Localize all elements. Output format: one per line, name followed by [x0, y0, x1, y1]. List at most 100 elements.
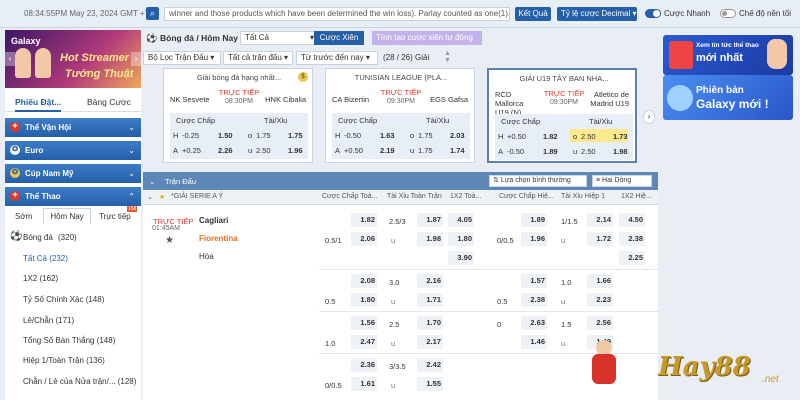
odds-cell[interactable]: 1.72 [587, 232, 613, 246]
market-item[interactable]: Hiệp 1/Toàn Trận (136) [23, 356, 105, 365]
odds-value[interactable]: 1.89 [543, 147, 558, 156]
odds-type-select[interactable]: Tỷ lệ cược Decimal ▾ [557, 7, 637, 21]
odds-cell[interactable]: 1.82 [351, 213, 377, 227]
odds-cell[interactable]: 2.38 [521, 293, 547, 307]
odds-value[interactable]: 1.75 [288, 131, 303, 140]
chevron-left-icon[interactable]: ‹ [5, 52, 15, 66]
news-ad[interactable]: Xem tin tức thể thao mới nhất [663, 35, 793, 75]
market-item[interactable]: 1X2 (162) [23, 274, 58, 283]
lines-select[interactable]: ≡ Hai Dòng [592, 175, 652, 187]
featured-match-card[interactable]: TUNISIAN LEAGUE (PLA... CA Bizertin TRỰC… [325, 68, 475, 163]
tab-bet-list[interactable]: Bảng Cược [87, 97, 131, 107]
star-icon[interactable]: ★ [159, 193, 165, 201]
tab-today[interactable]: Hôm Nay [43, 208, 91, 224]
auto-parlay-button[interactable]: Tính tạo cược xiên tự động [372, 31, 482, 45]
odds-cell[interactable]: 1.46 [521, 335, 547, 349]
odds-cell[interactable]: 2.17 [417, 335, 443, 349]
ou-line: 1.75 [418, 131, 433, 140]
handicap-header: Cược Chấp [176, 116, 216, 125]
odds-cell[interactable]: 1.55 [417, 377, 443, 391]
col-header: Tài Xỉu Toàn Trận [387, 193, 442, 200]
odds-cell[interactable]: 1.57 [521, 274, 547, 288]
odds-cell[interactable]: 1.87 [417, 213, 443, 227]
market-item[interactable]: Tỷ Số Chính Xác (148) [23, 295, 104, 304]
odds-cell[interactable]: 4.05 [448, 213, 474, 227]
odds-cell[interactable]: 2.06 [351, 232, 377, 246]
sidebar-item-copa[interactable]: ✪ Cúp Nam Mỹ ⌄ [5, 164, 141, 183]
sidebar-item-sports[interactable]: ✦ Thể Thao ⌃ [5, 187, 141, 206]
collapse-icon[interactable]: ⌄ [149, 177, 155, 186]
sport-football[interactable]: ⚽ Bóng đá (320) [5, 230, 141, 246]
odds-cell[interactable]: 2.23 [587, 293, 613, 307]
odds-cell[interactable]: 1.70 [417, 316, 443, 330]
odds-cell[interactable]: 1.80 [448, 232, 474, 246]
odds-cell[interactable]: 1.66 [587, 274, 613, 288]
odds-cell[interactable]: 1.96 [521, 232, 547, 246]
handicap-header: Cược Chấp [338, 116, 378, 125]
results-button[interactable]: Kết Quả [515, 7, 551, 21]
odds-cell[interactable]: 2.25 [619, 251, 645, 265]
chevron-right-icon[interactable]: › [131, 52, 141, 66]
odds-cell[interactable]: 2.38 [619, 232, 645, 246]
odds-cell[interactable]: 2.47 [351, 335, 377, 349]
match-filter-select[interactable]: Bộ Lọc Trận Đấu ▾ [143, 51, 221, 65]
sidebar-item-olympics[interactable]: ✦ Thể Vận Hội ⌄ [5, 118, 141, 137]
ou-side: u [391, 381, 396, 390]
odds-cell[interactable]: 1.61 [351, 377, 377, 391]
odds-cell[interactable]: 1.89 [521, 213, 547, 227]
chevron-right-icon[interactable]: › [643, 110, 655, 124]
period-select[interactable]: Từ trước đến nay ▾ [296, 51, 378, 65]
odds-cell[interactable]: 2.14 [587, 213, 613, 227]
featured-match-card[interactable]: Giải bóng đá hạng nhất... $ NK Sesvete T… [163, 68, 313, 163]
market-item[interactable]: Tất Cả (232) [23, 254, 68, 263]
handicap-line: -0.25 [182, 131, 200, 140]
odds-value[interactable]: 2.03 [450, 131, 465, 140]
odds-value[interactable]: 1.82 [543, 132, 558, 141]
odds-cell[interactable]: 1.56 [351, 316, 377, 330]
search-icon[interactable]: ⌕ [146, 7, 159, 20]
favorite-star-icon[interactable]: ★ [165, 235, 174, 246]
odds-cell[interactable]: 1.98 [417, 232, 443, 246]
odds-cell[interactable]: 3.90 [448, 251, 474, 265]
parlay-button[interactable]: Cược Xiên [314, 31, 364, 45]
odds-cell[interactable]: 2.16 [417, 274, 443, 288]
odds-cell[interactable]: 4.50 [619, 213, 645, 227]
odds-cell[interactable]: 1.80 [351, 293, 377, 307]
collapse-icon[interactable]: ⌄ [147, 193, 153, 201]
odds-cell[interactable]: 2.56 [587, 316, 613, 330]
sort-select[interactable]: ⇅ Lựa chọn bình thường [489, 175, 587, 187]
odds-value[interactable]: 1.50 [218, 131, 233, 140]
galaxy-ad[interactable]: Phiên bản Galaxy mới ! [663, 75, 793, 120]
row-divider [319, 269, 658, 270]
league-select[interactable]: Tất Cả ▾ [240, 31, 318, 45]
all-matches-select[interactable]: Tất cả trận đấu ▾ [223, 51, 293, 65]
live-count-badge: 158 [127, 206, 138, 212]
odds-cell[interactable]: 2.42 [417, 358, 443, 372]
odds-cell[interactable]: 1.71 [417, 293, 443, 307]
ad-text: Phiên bản [696, 85, 744, 96]
odds-value[interactable]: 1.74 [450, 146, 465, 155]
odds-value[interactable]: 1.98 [613, 147, 628, 156]
odds-value[interactable]: 1.73 [613, 132, 628, 141]
sort-icon[interactable]: ▲ ▼ [444, 50, 451, 64]
tab-bet-slip[interactable]: Phiếu Đặt... [15, 97, 62, 112]
odds-cell[interactable]: 2.36 [351, 358, 377, 372]
market-item[interactable]: Lẻ/Chẵn (171) [23, 316, 74, 325]
handicap-line: +0.50 [344, 146, 363, 155]
odds-cell[interactable]: 2.08 [351, 274, 377, 288]
tab-live[interactable]: Trực tiếp [99, 212, 131, 221]
odds-cell[interactable]: 2.63 [521, 316, 547, 330]
fast-bet-toggle[interactable] [645, 9, 661, 18]
featured-match-card[interactable]: GIẢI U19 TÂY BAN NHA... RCD Mallorca U19… [487, 68, 637, 163]
tab-early[interactable]: Sớm [15, 212, 32, 221]
sidebar-item-euro[interactable]: ✪ Euro ⌄ [5, 141, 141, 160]
odds-value[interactable]: 2.19 [380, 146, 395, 155]
promo-banner[interactable]: Galaxy Hot Streamer Tướng Thuật ‹ › [5, 30, 141, 88]
odds-value[interactable]: 1.96 [288, 146, 303, 155]
odds-value[interactable]: 2.26 [218, 146, 233, 155]
night-mode-toggle[interactable] [720, 9, 736, 18]
market-item[interactable]: Chẵn / Lẻ của Nửa trận/... (128) [23, 377, 136, 386]
ou-header: Tài/Xỉu [264, 116, 288, 125]
odds-value[interactable]: 1.63 [380, 131, 395, 140]
market-item[interactable]: Tổng Số Bàn Thắng (148) [23, 336, 115, 345]
